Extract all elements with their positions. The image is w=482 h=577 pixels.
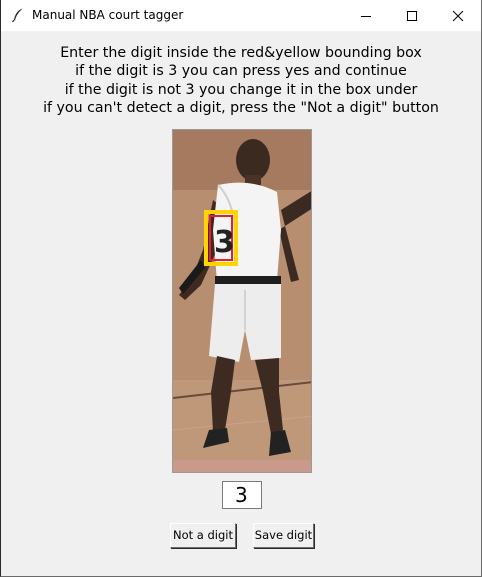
maximize-icon — [407, 11, 417, 21]
instruction-line: if the digit is 3 you can press yes and … — [75, 63, 407, 80]
minimize-button[interactable] — [343, 0, 389, 31]
title-bar[interactable]: Manual NBA court tagger — [1, 0, 481, 31]
svg-text:3: 3 — [214, 225, 235, 260]
instruction-line: if you can't detect a digit, press the "… — [43, 99, 439, 116]
feather-icon — [10, 7, 26, 23]
instruction-line: if the digit is not 3 you change it in t… — [64, 81, 418, 98]
close-button[interactable] — [435, 0, 481, 31]
not-a-digit-button[interactable]: Not a digit — [170, 523, 236, 548]
save-digit-button[interactable]: Save digit — [253, 523, 314, 548]
digit-input[interactable] — [222, 481, 262, 509]
minimize-icon — [361, 16, 371, 17]
close-icon — [452, 10, 464, 22]
player-image: 3 — [172, 129, 312, 473]
app-window: Manual NBA court tagger Enter the digit … — [0, 0, 482, 577]
window-title: Manual NBA court tagger — [32, 8, 184, 22]
instructions-text: Enter the digit inside the red&yellow bo… — [1, 44, 481, 117]
maximize-button[interactable] — [389, 0, 435, 31]
instruction-line: Enter the digit inside the red&yellow bo… — [60, 45, 422, 61]
